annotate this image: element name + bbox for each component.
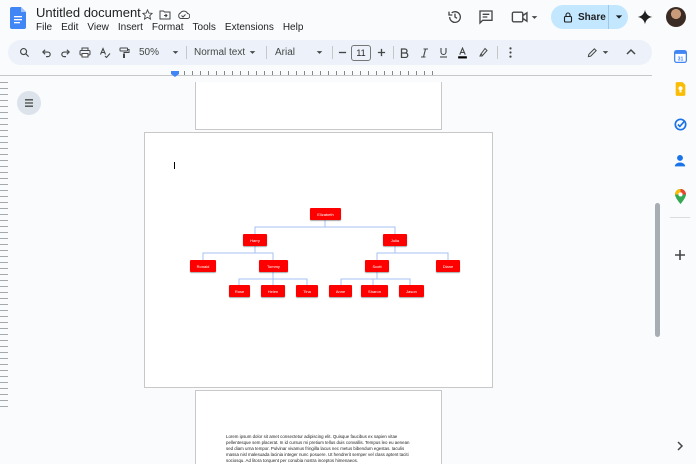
zoom-value: 50% xyxy=(139,47,160,58)
menu-tools[interactable]: Tools xyxy=(193,22,216,33)
docs-logo-icon[interactable] xyxy=(10,7,26,29)
body-paragraph[interactable]: Lorem ipsum dolor sit amet consectetur a… xyxy=(226,434,416,464)
calendar-icon[interactable]: 31 xyxy=(672,48,688,64)
menu-file[interactable]: File xyxy=(36,22,52,33)
chevron-down-icon xyxy=(615,15,622,19)
version-history-icon[interactable] xyxy=(447,9,463,30)
org-node-level2[interactable]: Ronald xyxy=(190,260,216,272)
more-options-icon[interactable] xyxy=(503,40,517,65)
org-node-level3[interactable]: Anne xyxy=(329,285,352,297)
comments-icon[interactable] xyxy=(478,9,494,30)
side-panel: 31 xyxy=(664,36,696,464)
hide-menus-icon[interactable] xyxy=(626,44,640,60)
highlight-color-icon[interactable] xyxy=(476,40,490,65)
org-node-level2[interactable]: Scott xyxy=(365,260,389,272)
increase-font-size-icon[interactable] xyxy=(374,40,388,65)
org-node-level3[interactable]: Tina xyxy=(296,285,318,297)
toolbar: 50% Normal text Arial 11 xyxy=(8,40,652,65)
menu-bar: File Edit View Insert Format Tools Exten… xyxy=(36,22,303,33)
bold-icon[interactable] xyxy=(397,40,411,65)
share-button[interactable]: Share xyxy=(551,5,628,29)
menu-format[interactable]: Format xyxy=(152,22,184,33)
gemini-icon[interactable] xyxy=(637,9,653,30)
org-node-level2[interactable]: Diane xyxy=(436,260,460,272)
page-current[interactable]: Elizabeth Harry Julia Ronald Tommy Scott… xyxy=(144,132,493,388)
spellcheck-icon[interactable] xyxy=(97,40,113,65)
maps-icon[interactable] xyxy=(672,188,688,204)
cloud-saved-icon[interactable] xyxy=(176,7,190,21)
print-icon[interactable] xyxy=(77,40,93,65)
chevron-down-icon xyxy=(249,51,256,54)
zoom-select[interactable]: 50% xyxy=(135,40,183,65)
outline-list-icon xyxy=(25,99,33,107)
avatar[interactable] xyxy=(666,7,686,27)
keep-icon[interactable] xyxy=(672,81,688,97)
italic-icon[interactable] xyxy=(417,40,431,65)
meet-button[interactable] xyxy=(511,9,538,25)
org-node-level2[interactable]: Tommy xyxy=(259,260,288,272)
org-node-root[interactable]: Elizabeth xyxy=(310,208,341,220)
document-outline-button[interactable] xyxy=(17,91,41,115)
org-node-level3[interactable]: Sharon xyxy=(361,285,388,297)
org-node-level1[interactable]: Julia xyxy=(383,234,407,246)
font-size-input[interactable]: 11 xyxy=(350,40,372,65)
vertical-scrollbar-thumb[interactable] xyxy=(655,203,660,337)
contacts-icon[interactable] xyxy=(672,152,688,168)
chevron-down-icon xyxy=(316,51,323,54)
decrease-font-size-icon[interactable] xyxy=(335,40,349,65)
font-family-value: Arial xyxy=(275,47,296,58)
paragraph-style-select[interactable]: Normal text xyxy=(190,40,260,65)
paragraph-style-value: Normal text xyxy=(194,47,246,58)
menu-insert[interactable]: Insert xyxy=(118,22,143,33)
menu-extensions[interactable]: Extensions xyxy=(225,22,274,33)
menu-view[interactable]: View xyxy=(87,22,109,33)
page-previous xyxy=(195,82,442,130)
lock-icon xyxy=(563,11,573,23)
chevron-down-icon xyxy=(531,15,538,19)
undo-icon[interactable] xyxy=(38,40,54,65)
org-node-level3[interactable]: Helen xyxy=(261,285,285,297)
show-side-panel-icon[interactable] xyxy=(672,438,688,454)
add-addon-icon[interactable] xyxy=(672,247,688,263)
svg-text:31: 31 xyxy=(677,56,683,62)
search-menus-icon[interactable] xyxy=(16,40,32,65)
video-camera-icon xyxy=(511,11,528,23)
font-family-select[interactable]: Arial xyxy=(271,40,327,65)
chevron-down-icon xyxy=(602,51,609,54)
tasks-icon[interactable] xyxy=(672,116,688,132)
menu-help[interactable]: Help xyxy=(283,22,304,33)
editing-mode-button[interactable] xyxy=(582,40,614,65)
paint-format-icon[interactable] xyxy=(116,40,132,65)
star-icon[interactable] xyxy=(140,7,154,21)
pencil-icon xyxy=(587,48,597,58)
underline-icon[interactable] xyxy=(436,40,450,65)
chevron-down-icon xyxy=(172,51,179,54)
share-options-button[interactable] xyxy=(609,13,628,21)
vertical-ruler[interactable] xyxy=(0,82,9,464)
share-label: Share xyxy=(578,11,606,23)
text-color-icon[interactable] xyxy=(455,40,469,65)
org-node-level1[interactable]: Harry xyxy=(243,234,267,246)
document-title[interactable]: Untitled document xyxy=(36,5,141,20)
org-node-level3[interactable]: Jason xyxy=(399,285,424,297)
org-node-level3[interactable]: Rose xyxy=(229,285,250,297)
move-folder-icon[interactable] xyxy=(158,7,172,21)
menu-edit[interactable]: Edit xyxy=(61,22,78,33)
text-cursor xyxy=(174,162,175,169)
horizontal-ruler[interactable] xyxy=(0,70,652,80)
font-size-value: 11 xyxy=(351,44,371,61)
redo-icon[interactable] xyxy=(57,40,73,65)
